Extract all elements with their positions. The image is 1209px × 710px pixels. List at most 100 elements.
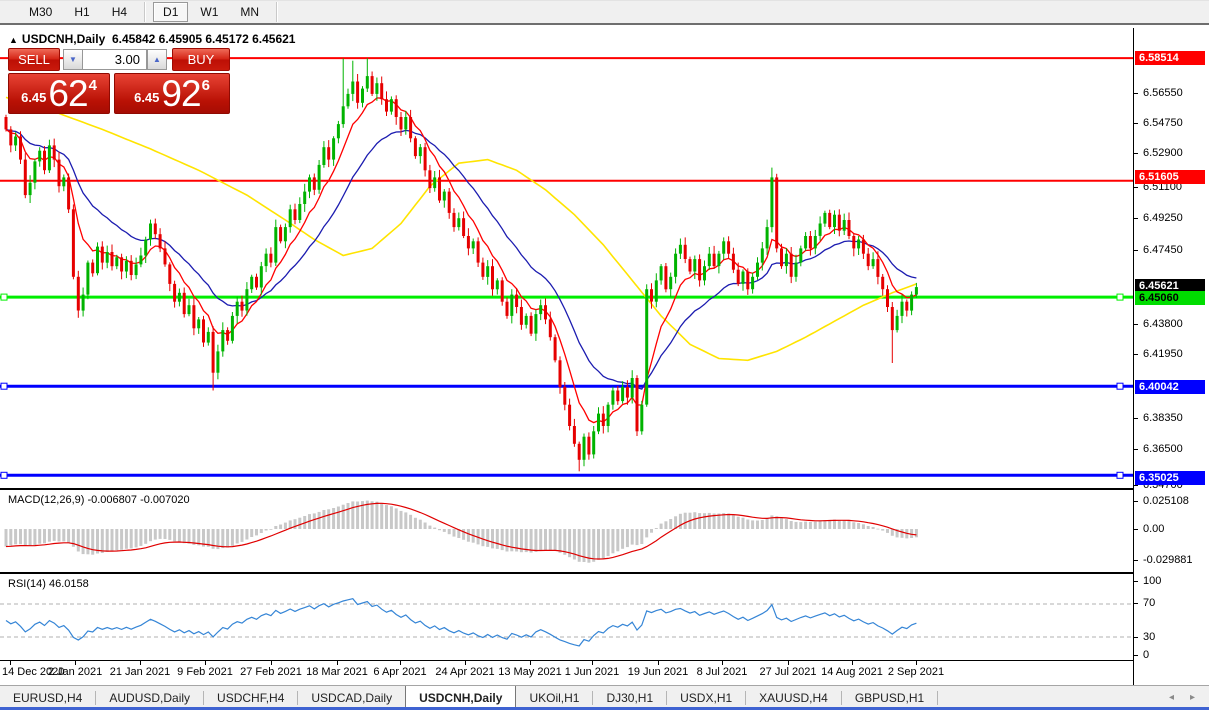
timeframe-button-h4[interactable]: H4 — [102, 2, 137, 22]
candle-body — [741, 271, 745, 284]
hline-handle[interactable] — [0, 293, 8, 301]
candle-body — [813, 236, 817, 249]
rsi-canvas[interactable] — [0, 575, 1133, 660]
candle-body — [630, 378, 634, 398]
candle-body — [510, 294, 514, 316]
candle-body — [264, 253, 268, 267]
macd-histogram-bar — [105, 529, 109, 552]
candle-body — [669, 276, 673, 290]
tab-scroll-right-icon[interactable]: ▸ — [1190, 692, 1195, 703]
candle-body — [226, 330, 230, 341]
hline-handle[interactable] — [1116, 382, 1124, 390]
macd-histogram-bar — [640, 529, 644, 544]
macd-histogram-bar — [727, 513, 731, 529]
candle-body — [491, 266, 494, 290]
candle-body — [346, 93, 350, 107]
candle-body — [587, 436, 591, 455]
candle-body — [235, 301, 239, 316]
candle-body — [693, 259, 697, 272]
sell-price-pips: 62 — [48, 73, 88, 114]
axis-tick-mark — [1134, 485, 1138, 486]
macd-histogram-bar — [163, 529, 167, 539]
hline-handle[interactable] — [0, 382, 8, 390]
volume-decrease-button[interactable]: ▼ — [63, 49, 83, 70]
timeframe-button-m30[interactable]: M30 — [19, 2, 62, 22]
macd-histogram-bar — [283, 522, 287, 529]
macd-histogram-bar — [57, 529, 61, 542]
macd-histogram-bar — [269, 529, 273, 530]
macd-histogram-bar — [823, 520, 827, 529]
candle-body — [274, 227, 278, 263]
date-label: 19 Jun 2021 — [627, 666, 689, 678]
sell-button[interactable]: SELL — [8, 48, 60, 71]
timeframe-button-mn[interactable]: MN — [230, 2, 269, 22]
volume-increase-button[interactable]: ▲ — [147, 49, 167, 70]
candle-body — [28, 182, 32, 196]
macd-histogram-bar — [341, 504, 345, 529]
timeframe-button-w1[interactable]: W1 — [190, 2, 228, 22]
macd-histogram-bar — [413, 517, 417, 529]
candle-body — [717, 253, 721, 267]
timeframe-button-h1[interactable]: H1 — [64, 2, 99, 22]
macd-histogram-bar — [698, 513, 702, 529]
candle-body — [799, 248, 803, 263]
candle-body — [404, 117, 408, 130]
macd-histogram-bar — [259, 529, 263, 533]
candle-body — [780, 248, 783, 267]
candle-body — [625, 386, 629, 398]
macd-histogram-bar — [606, 529, 610, 557]
macd-histogram-bar — [818, 521, 822, 529]
macd-histogram-bar — [861, 524, 865, 529]
candle-body — [563, 386, 567, 405]
macd-histogram-bar — [505, 529, 509, 552]
macd-histogram-bar — [327, 509, 331, 529]
candle-body — [298, 204, 302, 220]
candle-body — [558, 360, 562, 387]
candle-body — [572, 426, 576, 444]
macd-histogram-bar — [703, 513, 706, 529]
candle-body — [481, 262, 485, 277]
rsi-pane[interactable] — [0, 575, 1133, 661]
candle-body — [173, 283, 177, 302]
candle-body — [568, 404, 572, 426]
price-badge: 6.45060 — [1135, 291, 1205, 305]
hline-handle[interactable] — [1116, 293, 1124, 301]
macd-histogram-bar — [664, 521, 668, 529]
date-tick-mark — [530, 661, 531, 665]
candle-body — [770, 177, 774, 228]
tab-scroll-left-icon[interactable]: ◂ — [1169, 692, 1174, 703]
candle-body — [168, 264, 172, 284]
chart-symbol: USDCNH,Daily — [21, 32, 106, 46]
buy-button[interactable]: BUY — [172, 48, 230, 71]
macd-histogram-bar — [828, 520, 832, 529]
macd-histogram-bar — [28, 529, 32, 546]
candle-body — [9, 129, 13, 146]
macd-histogram-bar — [539, 529, 543, 551]
candle-body — [833, 214, 836, 228]
candle-body — [341, 106, 345, 125]
candle-body — [727, 241, 731, 254]
timeframe-button-d1[interactable]: D1 — [153, 2, 189, 22]
sell-price-tile[interactable]: 6.45 62 4 — [8, 73, 110, 114]
hline-handle[interactable] — [1116, 471, 1124, 479]
candle-body — [664, 266, 668, 290]
macd-histogram-bar — [19, 529, 22, 545]
volume-input[interactable] — [82, 49, 147, 70]
axis-tick-label: 6.38350 — [1143, 412, 1183, 424]
price-axis[interactable]: 6.56550 6.54750 6.52900 6.51100 6.49250 6.474… — [1133, 28, 1209, 686]
macd-histogram-bar — [707, 512, 711, 529]
collapse-icon[interactable]: ▲ — [9, 35, 18, 45]
date-axis[interactable]: 14 Dec 2020 2 Jan 2021 21 Jan 2021 9 Feb 20… — [0, 661, 1133, 685]
macd-histogram-bar — [404, 512, 408, 529]
candle-body — [842, 220, 846, 231]
axis-tick-label: 6.54750 — [1143, 117, 1183, 129]
macd-histogram-bar — [625, 529, 629, 548]
macd-histogram-bar — [871, 527, 875, 529]
macd-histogram-bar — [683, 512, 687, 529]
macd-histogram-bar — [876, 528, 880, 530]
macd-histogram-bar — [322, 510, 326, 529]
buy-price-tile[interactable]: 6.45 92 6 — [114, 73, 230, 114]
candle-body — [385, 99, 388, 112]
hline-handle[interactable] — [0, 471, 8, 479]
candle-body — [751, 276, 755, 290]
